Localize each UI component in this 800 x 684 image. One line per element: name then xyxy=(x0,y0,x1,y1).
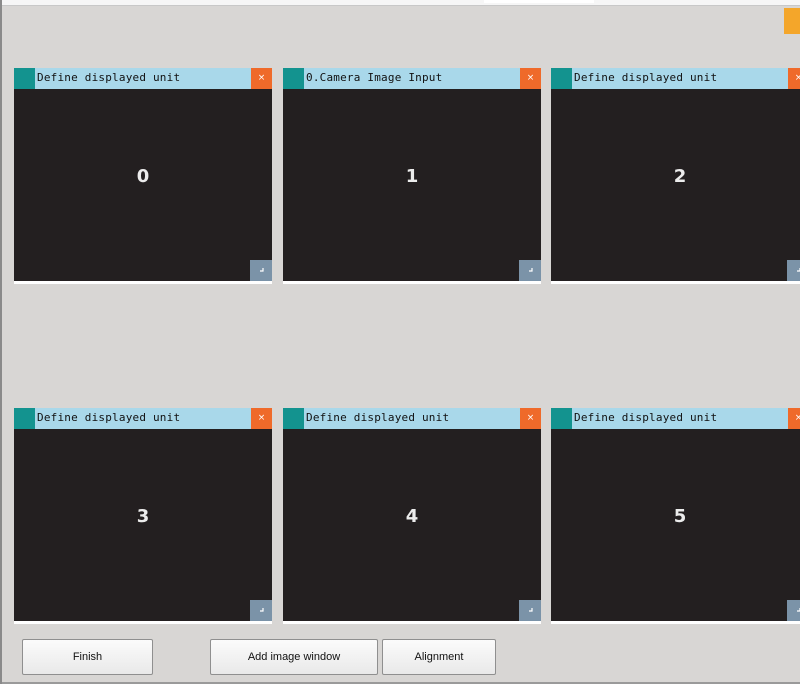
resize-corner-icon[interactable] xyxy=(787,600,800,621)
top-border xyxy=(2,0,800,6)
resize-corner-icon[interactable] xyxy=(519,260,541,281)
image-window-titlebar[interactable]: Define displayed unit × xyxy=(283,408,541,429)
resize-corner-icon[interactable] xyxy=(250,260,272,281)
image-window-border xyxy=(551,621,800,624)
image-window-titlebar[interactable]: 0.Camera Image Input × xyxy=(283,68,541,89)
window-color-tab xyxy=(551,68,572,89)
image-window-border xyxy=(283,621,541,624)
image-window-border xyxy=(551,281,800,284)
image-window-number: 4 xyxy=(405,506,419,527)
image-window-border xyxy=(14,621,272,624)
image-window-number: 0 xyxy=(136,166,150,187)
image-window-number: 1 xyxy=(405,166,419,187)
close-icon[interactable]: × xyxy=(520,68,541,89)
resize-corner-icon[interactable] xyxy=(250,600,272,621)
window-color-tab xyxy=(551,408,572,429)
image-window-title: Define displayed unit xyxy=(574,71,718,84)
close-icon[interactable]: × xyxy=(788,68,800,89)
image-window-3[interactable]: Define displayed unit × 3 xyxy=(14,408,272,624)
image-window-title: Define displayed unit xyxy=(574,411,718,424)
image-window-number: 5 xyxy=(673,506,687,527)
top-border-highlight xyxy=(484,0,594,3)
window-color-tab xyxy=(14,408,35,429)
image-window-display[interactable]: 3 xyxy=(14,429,272,621)
finish-button[interactable]: Finish xyxy=(22,639,153,675)
image-window-display[interactable]: 0 xyxy=(14,89,272,281)
orange-status-indicator xyxy=(784,8,800,34)
alignment-button[interactable]: Alignment xyxy=(382,639,496,675)
window-color-tab xyxy=(14,68,35,89)
image-window-title: 0.Camera Image Input xyxy=(306,71,443,84)
image-window-title: Define displayed unit xyxy=(37,411,181,424)
close-icon[interactable]: × xyxy=(520,408,541,429)
image-window-display[interactable]: 5 xyxy=(551,429,800,621)
image-window-2[interactable]: Define displayed unit × 2 xyxy=(551,68,800,284)
window-color-tab xyxy=(283,408,304,429)
image-window-border xyxy=(283,281,541,284)
window-color-tab xyxy=(283,68,304,89)
image-window-1[interactable]: 0.Camera Image Input × 1 xyxy=(283,68,541,284)
resize-corner-icon[interactable] xyxy=(787,260,800,281)
image-window-display[interactable]: 1 xyxy=(283,89,541,281)
image-window-number: 2 xyxy=(673,166,687,187)
add-image-window-button[interactable]: Add image window xyxy=(210,639,378,675)
image-window-0[interactable]: Define displayed unit × 0 xyxy=(14,68,272,284)
resize-corner-icon[interactable] xyxy=(519,600,541,621)
close-icon[interactable]: × xyxy=(251,68,272,89)
layout-editor-screen: Define displayed unit × 0 0.Camera Image… xyxy=(0,0,800,684)
image-window-number: 3 xyxy=(136,506,150,527)
image-window-titlebar[interactable]: Define displayed unit × xyxy=(551,408,800,429)
image-window-titlebar[interactable]: Define displayed unit × xyxy=(14,408,272,429)
image-window-display[interactable]: 4 xyxy=(283,429,541,621)
close-icon[interactable]: × xyxy=(788,408,800,429)
image-window-title: Define displayed unit xyxy=(306,411,450,424)
image-window-display[interactable]: 2 xyxy=(551,89,800,281)
image-window-titlebar[interactable]: Define displayed unit × xyxy=(14,68,272,89)
image-window-border xyxy=(14,281,272,284)
image-window-title: Define displayed unit xyxy=(37,71,181,84)
image-window-titlebar[interactable]: Define displayed unit × xyxy=(551,68,800,89)
image-window-4[interactable]: Define displayed unit × 4 xyxy=(283,408,541,624)
close-icon[interactable]: × xyxy=(251,408,272,429)
image-window-5[interactable]: Define displayed unit × 5 xyxy=(551,408,800,624)
